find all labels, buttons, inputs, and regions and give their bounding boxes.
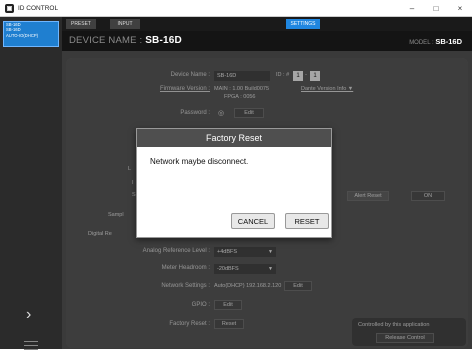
menu-icon[interactable] (24, 341, 38, 353)
dialog-message: Network maybe disconnect. (150, 157, 249, 166)
dialog-title: Factory Reset (137, 129, 331, 147)
title-bar: ▣ ID CONTROL – □ × (0, 0, 472, 17)
tab-settings[interactable]: SETTINGS (286, 19, 320, 29)
cancel-button[interactable]: CANCEL (231, 213, 275, 229)
chevron-right-icon[interactable]: › (26, 307, 31, 323)
window-title: ID CONTROL (18, 4, 59, 12)
device-name-title: DEVICE NAME : SB-16D (69, 35, 182, 46)
tab-input[interactable]: INPUT (110, 19, 140, 29)
minimize-button[interactable]: – (400, 0, 424, 17)
model-label: MODEL : SB-16D (409, 37, 462, 46)
factory-reset-dialog: Factory Reset Network maybe disconnect. … (136, 128, 332, 238)
app-icon: ▣ (5, 3, 14, 13)
maximize-button[interactable]: □ (424, 0, 448, 17)
tab-bar: PRESET INPUT SETTINGS (62, 17, 472, 31)
device-header: DEVICE NAME : SB-16D MODEL : SB-16D (62, 31, 472, 51)
device-list-panel: SB-16D SB-16D AUTO-IO(DHCP) › (0, 17, 62, 350)
tab-preset[interactable]: PRESET (66, 19, 96, 29)
device-card[interactable]: SB-16D SB-16D AUTO-IO(DHCP) (3, 21, 59, 47)
reset-button[interactable]: RESET (285, 213, 329, 229)
close-button[interactable]: × (448, 0, 472, 17)
device-card-ip: AUTO-IO(DHCP) (6, 32, 39, 38)
